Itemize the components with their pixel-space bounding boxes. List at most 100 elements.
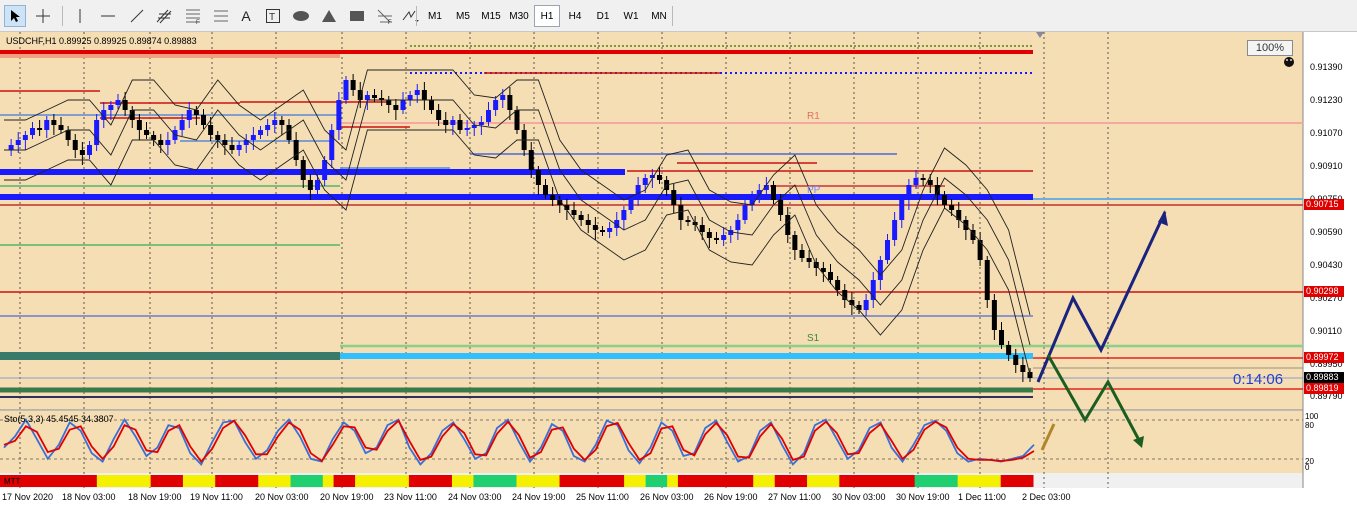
candle-body [806, 258, 812, 262]
time-label: 20 Nov 19:00 [320, 492, 374, 502]
candle-body [236, 145, 242, 150]
timeframe-m15[interactable]: M15 [478, 5, 504, 27]
mtt-segment [484, 475, 496, 487]
mtt-segment [796, 475, 808, 487]
mtt-segment [527, 475, 539, 487]
fibonacci-channel-icon[interactable] [154, 5, 176, 27]
text-icon[interactable]: A [236, 5, 256, 27]
candle-body [863, 300, 869, 310]
skull-icon [1284, 57, 1294, 67]
crosshair-icon[interactable] [32, 5, 54, 27]
oscillator-level-label: 100 [1305, 412, 1319, 421]
candle-body [250, 135, 256, 140]
candle-body [44, 120, 50, 130]
candle-body [835, 280, 841, 290]
pivot-level-pp: PP [807, 185, 821, 196]
time-label: 24 Nov 19:00 [512, 492, 566, 502]
price-tag: 0.90715 [1304, 199, 1344, 210]
mtt-segment [602, 475, 614, 487]
mtt-segment [548, 475, 561, 487]
candle-body [65, 130, 71, 140]
time-label: 26 Nov 03:00 [640, 492, 694, 502]
candle-body [222, 140, 228, 145]
mtt-segment [419, 475, 431, 487]
timeframe-mn[interactable]: MN [646, 5, 672, 27]
timeframe-h1[interactable]: H1 [534, 5, 560, 27]
mtt-segment [279, 475, 292, 487]
mtt-segment [742, 475, 754, 487]
timeframe-m1[interactable]: M1 [422, 5, 448, 27]
mtt-segment [763, 475, 776, 487]
mtt-segment [96, 475, 109, 487]
mtt-segment [817, 475, 830, 487]
time-label: 23 Nov 11:00 [384, 492, 437, 502]
mtt-segment [591, 475, 604, 487]
timeframe-w1[interactable]: W1 [618, 5, 644, 27]
zoom-level[interactable]: 100% [1247, 40, 1293, 56]
candle-body [144, 130, 149, 135]
candle-body [749, 195, 755, 205]
mtt-segment [688, 475, 700, 487]
mtt-segment [774, 475, 787, 487]
ellipse-icon[interactable] [290, 5, 312, 27]
text-label-icon[interactable]: T [262, 5, 284, 27]
cursor-icon[interactable] [4, 5, 26, 27]
horizontal-line-icon[interactable] [96, 5, 120, 27]
mtt-segment [667, 475, 679, 487]
fibonacci-expansion-icon[interactable] [210, 5, 232, 27]
candle-body [386, 100, 392, 105]
toolbar-separator [672, 6, 673, 26]
candle-body [229, 145, 235, 150]
timeframe-m30[interactable]: M30 [506, 5, 532, 27]
mtt-segment [559, 475, 571, 487]
candle-body [372, 95, 377, 98]
timeframe-m5[interactable]: M5 [450, 5, 476, 27]
candle-body [942, 195, 947, 205]
price-label: 0.91230 [1310, 95, 1343, 105]
price-chart[interactable] [0, 32, 1357, 510]
chart-toolbar: F A T F M1 M5 M15 M30 H1 H4 D1 W1 MN [0, 0, 1357, 32]
mtt-segment [129, 475, 141, 487]
fibonacci-retracement-icon[interactable]: F [374, 5, 396, 27]
time-label: 25 Nov 11:00 [576, 492, 629, 502]
candle-body [685, 220, 691, 222]
candle-body [585, 220, 591, 225]
mtt-segment [720, 475, 733, 487]
mtt-segment [914, 475, 926, 487]
mtt-segment [731, 475, 743, 487]
mtt-segment [247, 475, 259, 487]
timeframe-d1[interactable]: D1 [590, 5, 616, 27]
candle-body [514, 110, 520, 130]
mtt-segment [710, 475, 722, 487]
arrow-tools-icon[interactable] [400, 5, 420, 27]
fibonacci-fan-icon[interactable]: F [182, 5, 204, 27]
candle-body [79, 150, 85, 155]
mtt-segment [473, 475, 485, 487]
svg-text:F: F [388, 20, 392, 24]
time-label: 17 Nov 2020 [2, 492, 54, 502]
mtt-segment [957, 475, 969, 487]
candle-body [578, 215, 584, 220]
candle-body [350, 80, 356, 90]
price-label: 0.90430 [1310, 260, 1343, 270]
candle-body [108, 105, 114, 110]
oscillator-level-label: 0 [1305, 463, 1310, 472]
mtt-segment [538, 475, 550, 487]
candle-body [115, 100, 121, 105]
candle-body [315, 180, 320, 190]
mtt-segment [494, 475, 507, 487]
candle-body [657, 175, 662, 180]
mtt-segment [850, 475, 862, 487]
triangle-icon[interactable] [318, 5, 340, 27]
vertical-line-icon[interactable] [70, 5, 90, 27]
candle-body [1020, 365, 1026, 372]
candle-body [771, 185, 776, 200]
timeframe-h4[interactable]: H4 [562, 5, 588, 27]
rectangle-icon[interactable] [346, 5, 368, 27]
mtt-segment [204, 475, 216, 487]
mtt-segment [387, 475, 399, 487]
candle-body [550, 195, 556, 200]
time-label: 2 Dec 03:00 [1022, 492, 1071, 502]
candle-body [186, 110, 192, 120]
trendline-icon[interactable] [126, 5, 148, 27]
